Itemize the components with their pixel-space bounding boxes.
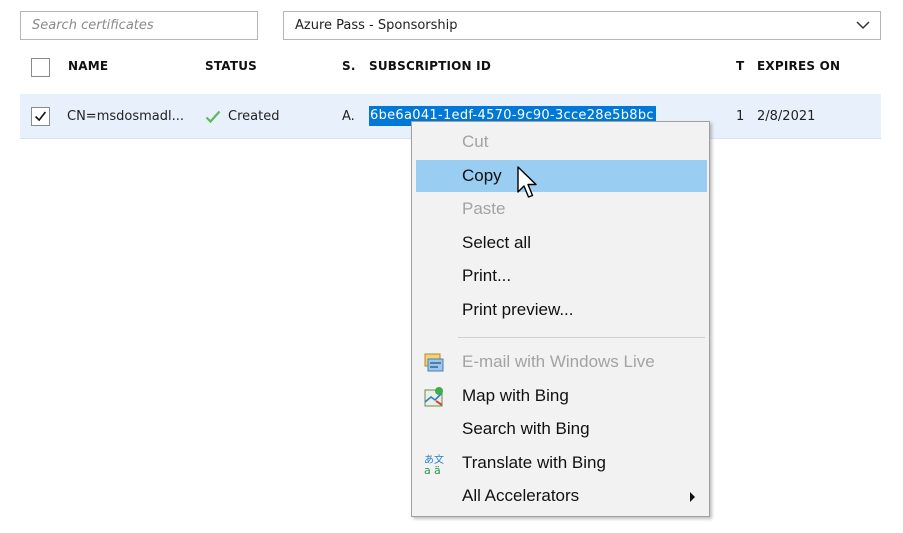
cell-expires-on: 2/8/2021 — [757, 109, 816, 124]
menu-item-cut[interactable]: Cut — [416, 126, 707, 158]
menu-separator — [458, 337, 705, 338]
svg-text:ä: ä — [434, 464, 441, 476]
chevron-down-icon — [856, 21, 870, 30]
status-check-icon — [205, 110, 221, 124]
svg-text:a: a — [424, 464, 431, 476]
menu-item-email-windows-live[interactable]: E-mail with Windows Live — [416, 346, 707, 378]
menu-item-all-accelerators[interactable]: All Accelerators — [416, 480, 707, 512]
cell-t: 1 — [736, 109, 745, 124]
cell-status: Created — [228, 109, 280, 124]
menu-item-translate-with-bing[interactable]: あ 文 a ä Translate with Bing — [416, 447, 707, 479]
select-all-checkbox[interactable] — [31, 58, 50, 77]
mouse-cursor-icon — [517, 166, 537, 198]
map-bing-icon — [424, 387, 443, 407]
context-menu: Cut Copy Paste Select all Print... Print… — [411, 121, 710, 517]
submenu-arrow-icon — [690, 492, 695, 502]
column-header-s[interactable]: S. — [342, 59, 356, 73]
checkmark-icon — [35, 111, 47, 122]
menu-item-paste[interactable]: Paste — [416, 193, 707, 225]
column-header-expires-on[interactable]: EXPIRES ON — [757, 59, 840, 73]
subscription-selected-value: Azure Pass - Sponsorship — [295, 18, 458, 33]
menu-item-search-with-bing[interactable]: Search with Bing — [416, 413, 707, 445]
menu-item-print[interactable]: Print... — [416, 260, 707, 292]
row-checkbox[interactable] — [31, 107, 50, 126]
menu-item-select-all[interactable]: Select all — [416, 227, 707, 259]
cell-name: CN=msdosmadl... — [67, 109, 184, 124]
column-header-status[interactable]: STATUS — [205, 59, 257, 73]
search-certificates-input[interactable] — [20, 11, 258, 40]
cell-s: A. — [342, 109, 355, 124]
column-header-subscription-id[interactable]: SUBSCRIPTION ID — [369, 59, 491, 73]
column-header-name[interactable]: NAME — [68, 59, 108, 73]
column-header-t[interactable]: T — [736, 59, 744, 73]
email-windows-live-icon — [424, 353, 444, 372]
menu-item-map-with-bing[interactable]: Map with Bing — [416, 380, 707, 412]
menu-item-copy[interactable]: Copy — [416, 160, 707, 192]
subscription-dropdown[interactable]: Azure Pass - Sponsorship — [283, 11, 881, 40]
menu-item-print-preview[interactable]: Print preview... — [416, 294, 707, 326]
translate-bing-icon: あ 文 a ä — [424, 453, 444, 476]
